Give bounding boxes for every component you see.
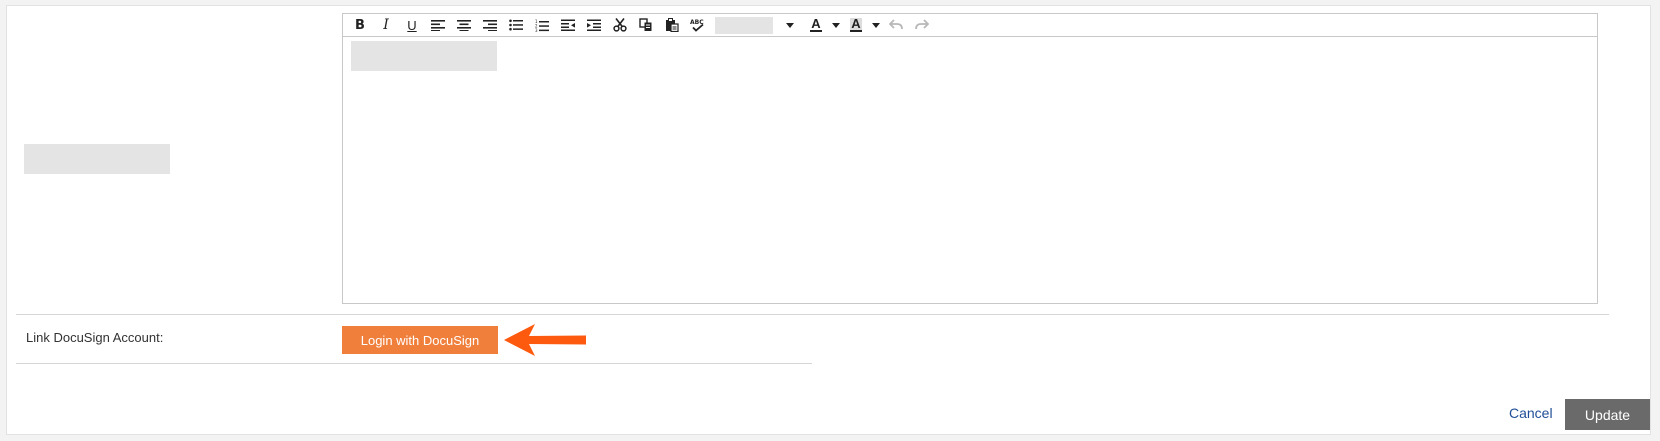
italic-button[interactable]: I	[373, 15, 399, 35]
cancel-link[interactable]: Cancel	[1509, 405, 1553, 421]
numbered-list-icon[interactable]: 123	[529, 15, 555, 35]
undo-icon[interactable]	[883, 15, 909, 35]
field-label-placeholder	[24, 144, 170, 174]
align-left-icon[interactable]	[425, 15, 451, 35]
link-docusign-label: Link DocuSign Account:	[26, 330, 164, 345]
text-color-button[interactable]: A	[803, 15, 829, 35]
font-select-chevron-down-icon[interactable]	[777, 15, 803, 35]
bulleted-list-icon[interactable]	[503, 15, 529, 35]
highlight-color-icon: A	[850, 16, 862, 32]
copy-icon[interactable]	[633, 15, 659, 35]
spellcheck-icon[interactable]: ABC	[685, 15, 711, 35]
highlight-color-button[interactable]: A	[843, 15, 869, 35]
divider	[16, 363, 812, 364]
text-color-chevron-down-icon[interactable]	[829, 15, 843, 35]
align-center-icon[interactable]	[451, 15, 477, 35]
svg-text:3: 3	[535, 28, 538, 32]
paste-icon[interactable]	[659, 15, 685, 35]
bold-button[interactable]: B	[347, 15, 373, 35]
arrow-left-icon	[504, 324, 586, 356]
align-right-icon[interactable]	[477, 15, 503, 35]
underline-button[interactable]: U	[399, 15, 425, 35]
cut-icon[interactable]	[607, 15, 633, 35]
highlight-color-chevron-down-icon[interactable]	[869, 15, 883, 35]
redo-icon[interactable]	[909, 15, 935, 35]
editor-content-placeholder	[351, 41, 497, 71]
font-select[interactable]	[715, 16, 773, 34]
indent-icon[interactable]	[581, 15, 607, 35]
outdent-icon[interactable]	[555, 15, 581, 35]
editor-toolbar: B I U 123 ABC A A	[343, 14, 1597, 37]
login-with-docusign-button[interactable]: Login with DocuSign	[342, 326, 498, 354]
editor-content-area[interactable]	[343, 37, 1597, 304]
rich-text-editor[interactable]: B I U 123 ABC A A	[342, 13, 1598, 304]
update-button[interactable]: Update	[1565, 399, 1650, 430]
divider	[16, 314, 1609, 315]
text-color-icon: A	[810, 16, 822, 32]
